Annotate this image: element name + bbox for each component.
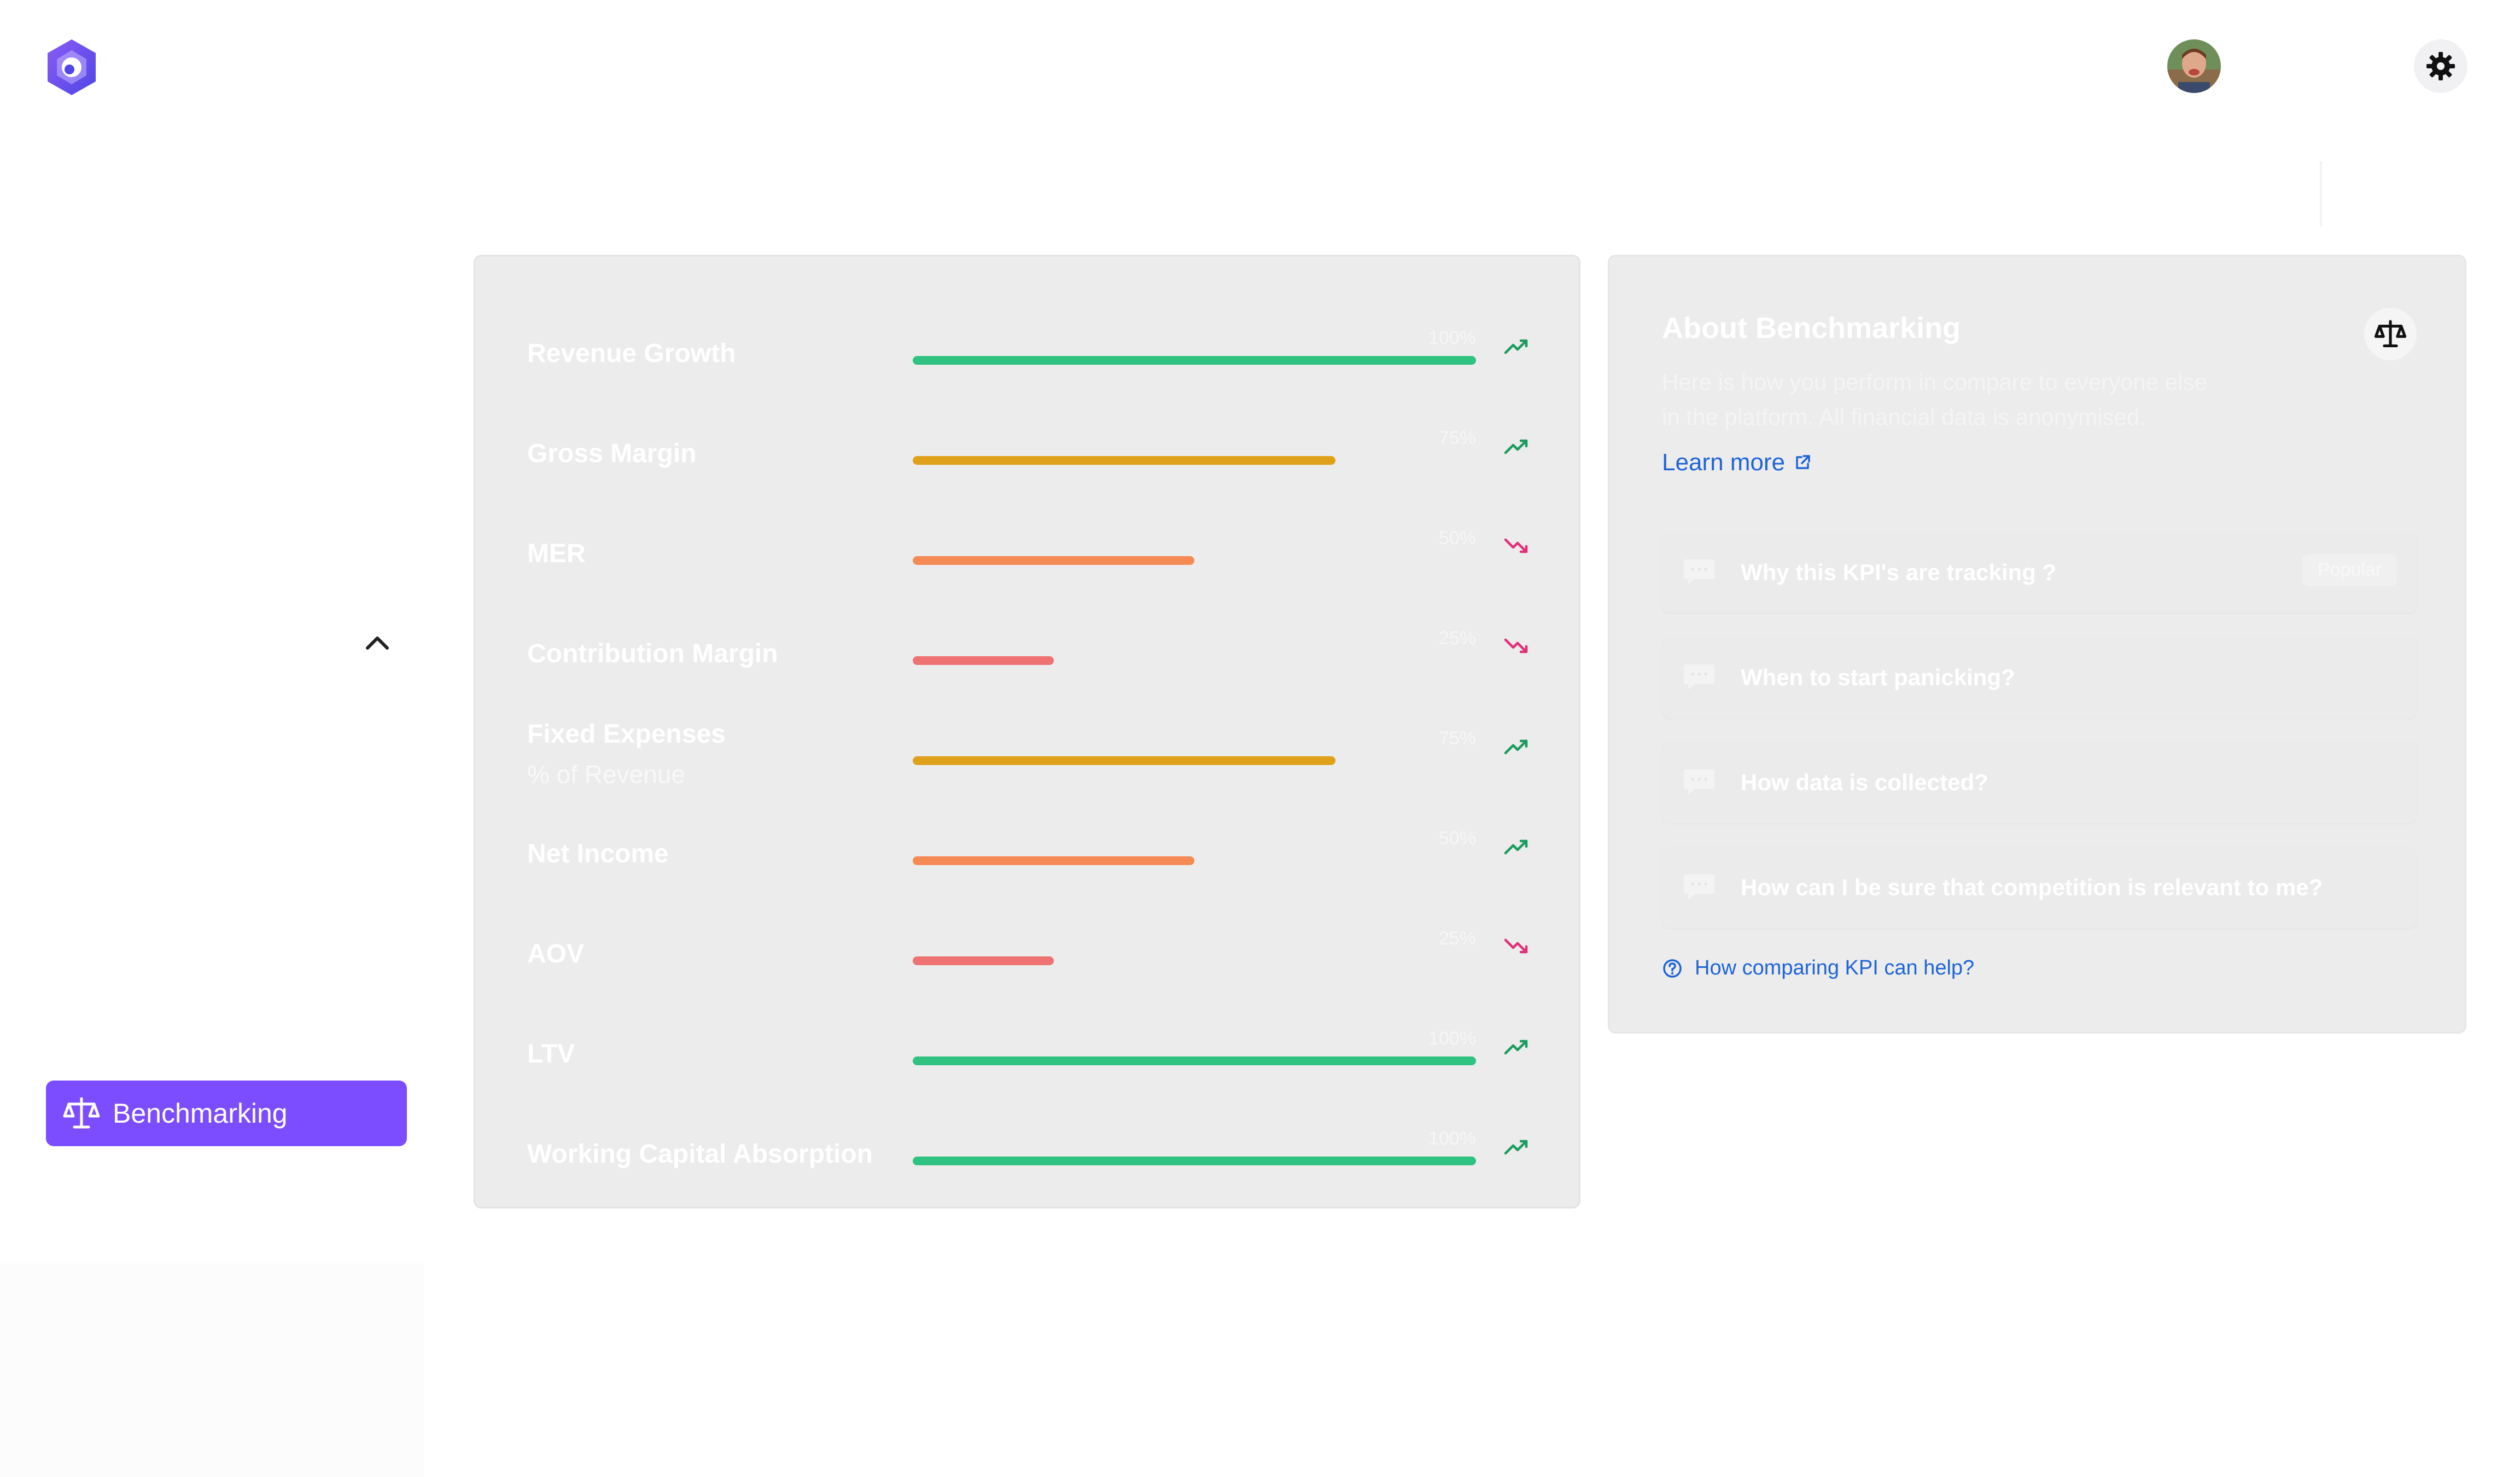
learn-more-link[interactable]: Learn more bbox=[1662, 449, 1812, 476]
trend-up-icon bbox=[1504, 1140, 1528, 1155]
help-link[interactable]: How comparing KPI can help? bbox=[1662, 956, 1974, 980]
kpi-progress-bar bbox=[913, 1157, 1476, 1165]
kpi-label: Net Income bbox=[527, 839, 669, 868]
kpi-percent-label: 50% bbox=[1438, 528, 1476, 548]
about-title: About Benchmarking bbox=[1662, 312, 1961, 345]
settings-button[interactable] bbox=[2414, 39, 2468, 93]
help-link-label: How comparing KPI can help? bbox=[1695, 956, 1975, 979]
chevron-up-icon[interactable] bbox=[361, 626, 394, 659]
trend-up-icon bbox=[1504, 739, 1528, 755]
kpi-row: AOV 25% bbox=[475, 928, 1579, 994]
kpi-row: Working Capital Absorption 100% bbox=[475, 1128, 1579, 1194]
kpi-progress-track: 75% bbox=[913, 728, 1476, 767]
kpi-progress-track: 25% bbox=[913, 928, 1476, 967]
kpi-row: Fixed Expenses % of Revenue 75% bbox=[475, 720, 1579, 793]
kpi-percent-label: 100% bbox=[1428, 1128, 1476, 1149]
trend-down-icon bbox=[1504, 938, 1528, 954]
kpi-progress-bar bbox=[913, 956, 1054, 965]
trend-down-icon bbox=[1504, 638, 1528, 653]
kpi-progress-track: 75% bbox=[913, 428, 1476, 467]
trend-up-icon bbox=[1504, 839, 1528, 855]
balance-scale-button[interactable] bbox=[2364, 308, 2417, 360]
balance-scale-icon bbox=[2374, 320, 2407, 347]
chat-bubble-icon bbox=[1684, 769, 1714, 795]
kpi-row: Revenue Growth 100% bbox=[475, 328, 1579, 393]
kpi-percent-label: 25% bbox=[1438, 928, 1476, 949]
external-link-icon bbox=[1796, 455, 1810, 469]
about-description-line: in the platform. All financial data is a… bbox=[1662, 404, 2146, 430]
kpi-row: LTV 100% bbox=[475, 1028, 1579, 1094]
kpi-progress-bar bbox=[913, 1056, 1476, 1065]
kpi-percent-label: 50% bbox=[1438, 828, 1476, 849]
trend-up-icon bbox=[1504, 339, 1528, 354]
kpi-percent-label: 75% bbox=[1438, 428, 1476, 448]
kpi-label: Contribution Margin bbox=[527, 639, 778, 668]
kpi-sublabel: % of Revenue bbox=[527, 760, 685, 789]
kpi-benchmark-card: Revenue Growth 100% Gross Margin 75% MER 50% C… bbox=[474, 255, 1580, 1209]
kpi-progress-bar bbox=[913, 456, 1335, 465]
chat-bubble-icon bbox=[1684, 664, 1714, 690]
faq-question: When to start panicking? bbox=[1741, 664, 2015, 690]
kpi-progress-bar bbox=[913, 356, 1476, 365]
chat-bubble-icon bbox=[1684, 874, 1714, 900]
faq-item[interactable]: How can I be sure that competition is re… bbox=[1662, 847, 2417, 928]
kpi-label: Revenue Growth bbox=[527, 339, 736, 368]
gear-icon bbox=[2426, 52, 2455, 80]
faq-item[interactable]: Why this KPI's are tracking ? Popular bbox=[1662, 532, 2417, 613]
question-circle-icon bbox=[1663, 959, 1682, 978]
balance-scale-icon bbox=[62, 1094, 101, 1132]
faq-question: How can I be sure that competition is re… bbox=[1741, 874, 2323, 900]
kpi-percent-label: 25% bbox=[1438, 628, 1476, 649]
kpi-progress-track: 100% bbox=[913, 1028, 1476, 1067]
sidebar bbox=[0, 0, 424, 1477]
sidebar-item-benchmarking[interactable]: Benchmarking bbox=[46, 1081, 407, 1146]
trend-up-icon bbox=[1504, 1040, 1528, 1055]
kpi-progress-track: 100% bbox=[913, 328, 1476, 367]
faq-item[interactable]: How data is collected? bbox=[1662, 742, 2417, 823]
kpi-percent-label: 100% bbox=[1428, 328, 1476, 348]
kpi-row: Gross Margin 75% bbox=[475, 428, 1579, 493]
kpi-label: LTV bbox=[527, 1040, 575, 1069]
about-description-line: Here is how you perform in compare to ev… bbox=[1662, 369, 2207, 395]
kpi-progress-bar bbox=[913, 856, 1194, 865]
kpi-progress-bar bbox=[913, 656, 1054, 665]
kpi-percent-label: 75% bbox=[1438, 728, 1476, 749]
kpi-row: Contribution Margin 25% bbox=[475, 628, 1579, 693]
hexagon-logo-icon[interactable] bbox=[42, 37, 102, 97]
trend-down-icon bbox=[1504, 538, 1528, 553]
kpi-percent-label: 100% bbox=[1428, 1028, 1476, 1049]
popular-badge: Popular bbox=[2302, 554, 2397, 586]
sidebar-item-label: Benchmarking bbox=[113, 1098, 288, 1129]
about-benchmarking-card: About Benchmarking Here is how you perfo… bbox=[1608, 255, 2466, 1034]
kpi-progress-bar bbox=[913, 556, 1194, 565]
kpi-label: Working Capital Absorption bbox=[527, 1140, 873, 1169]
faq-question: How data is collected? bbox=[1741, 769, 1988, 795]
faq-question: Why this KPI's are tracking ? bbox=[1741, 559, 2057, 585]
faq-item[interactable]: When to start panicking? bbox=[1662, 637, 2417, 718]
chat-bubble-icon bbox=[1684, 559, 1714, 585]
kpi-progress-bar bbox=[913, 756, 1335, 765]
kpi-progress-track: 25% bbox=[913, 628, 1476, 667]
kpi-label: AOV bbox=[527, 939, 585, 968]
kpi-row: MER 50% bbox=[475, 528, 1579, 593]
header-divider bbox=[2320, 161, 2322, 227]
learn-more-label: Learn more bbox=[1662, 449, 1786, 476]
trend-up-icon bbox=[1504, 439, 1528, 454]
kpi-progress-track: 50% bbox=[913, 828, 1476, 867]
about-description: Here is how you perform in compare to ev… bbox=[1662, 365, 2253, 435]
kpi-label: Fixed Expenses bbox=[527, 720, 726, 749]
kpi-row: Net Income 50% bbox=[475, 828, 1579, 894]
kpi-label: Gross Margin bbox=[527, 439, 697, 468]
kpi-label: MER bbox=[527, 539, 586, 568]
sidebar-footer-area bbox=[0, 1263, 424, 1477]
kpi-progress-track: 50% bbox=[913, 528, 1476, 567]
user-avatar[interactable] bbox=[2167, 39, 2221, 93]
kpi-progress-track: 100% bbox=[913, 1128, 1476, 1167]
